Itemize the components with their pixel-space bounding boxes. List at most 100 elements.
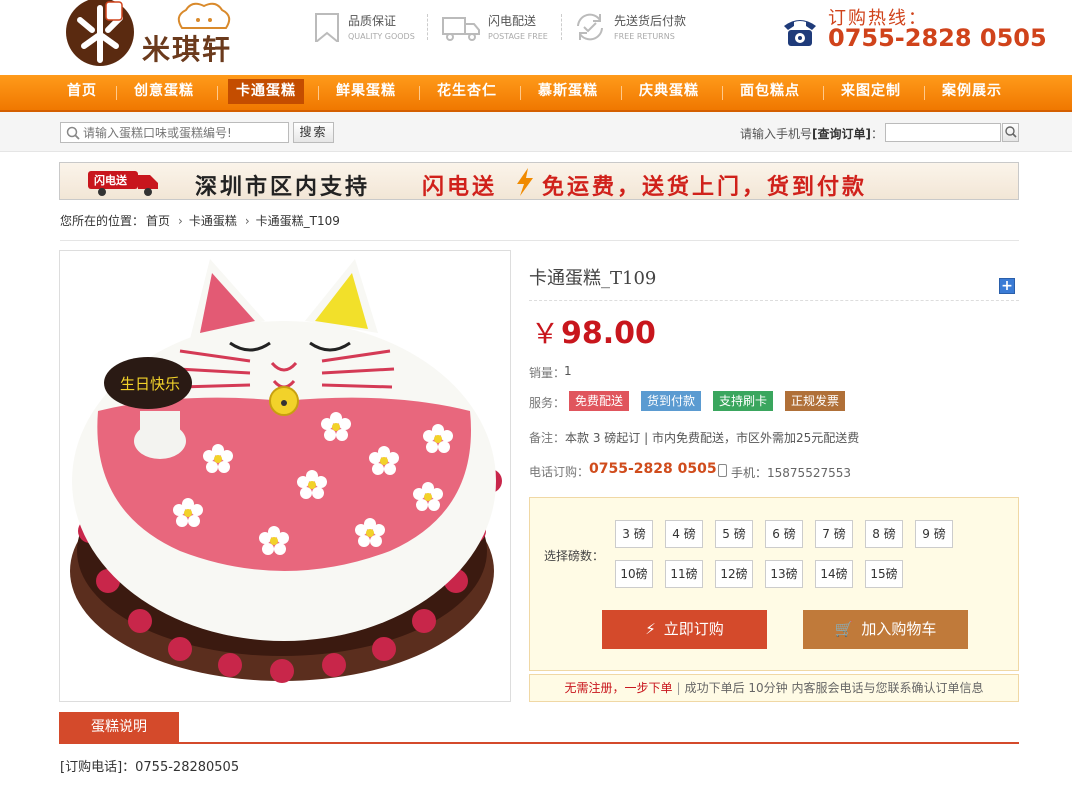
note-prefix: 备注： (529, 431, 566, 445)
bookmark-icon (315, 13, 339, 42)
breadcrumb-category[interactable]: 卡通蛋糕 (189, 214, 237, 228)
add-to-cart-label: 加入购物车 (861, 620, 937, 638)
delivery-banner[interactable]: 闪电送 深圳市区内支持 闪电送 免运费，送货上门，货到付款 (59, 162, 1019, 200)
divider (60, 240, 1019, 241)
breadcrumb-prefix: 您所在的位置： (60, 214, 145, 228)
nav-divider (419, 86, 420, 100)
service-label: 服务： (529, 396, 566, 410)
logo-mark-icon (66, 0, 134, 66)
feature-subtitle: FREE RETURNS (614, 32, 675, 41)
cat-cake-image: 生日快乐 (70, 259, 502, 683)
size-option[interactable]: 14磅 (815, 560, 853, 588)
sales-label: 销量： (529, 366, 566, 380)
order-query-suffix: ： (871, 127, 884, 141)
breadcrumb-home[interactable]: 首页 (146, 214, 170, 228)
nav-divider (520, 86, 521, 100)
buy-now-label: 立即订购 (663, 620, 724, 638)
main-nav: 首页 创意蛋糕 卡通蛋糕 鲜果蛋糕 花生杏仁 慕斯蛋糕 庆典蛋糕 面包糕点 来图… (0, 75, 1072, 112)
product-note: 备注：本款 3 磅起订 | 市内免费配送，市区外需加25元配送费 (529, 429, 859, 446)
order-query-button[interactable] (1002, 123, 1019, 142)
feature-title: 先送货后付款 (614, 14, 687, 28)
service-tag-card: 支持刷卡 (713, 391, 774, 411)
telephone-icon (784, 20, 816, 46)
search-icon (66, 126, 80, 140)
size-option[interactable]: 15磅 (865, 560, 903, 588)
plus-icon[interactable]: + (999, 278, 1015, 294)
breadcrumb: 您所在的位置： 首页 › 卡通蛋糕 › 卡通蛋糕_T109 (60, 212, 342, 229)
banner-badge: 闪电送 (94, 173, 128, 187)
tab-cake-description[interactable]: 蛋糕说明 (59, 712, 179, 743)
nav-item-peanut[interactable]: 花生杏仁 (437, 75, 497, 110)
nav-divider (621, 86, 622, 100)
tab-underline (59, 742, 1019, 744)
breadcrumb-current: 卡通蛋糕_T109 (255, 214, 340, 228)
nav-item-celebration[interactable]: 庆典蛋糕 (639, 75, 699, 110)
banner-text-free: 免运费，送货上门，货到付款 (542, 175, 868, 200)
feature-subtitle: QUALITY GOODS (348, 32, 415, 41)
order-phone-input[interactable] (885, 123, 1001, 142)
search-bar: 搜索 请输入手机号[查询订单]： (0, 112, 1072, 152)
logo-name: 米琪轩 (142, 33, 233, 66)
buy-now-button[interactable]: ⚡ 立即订购 (602, 610, 767, 649)
size-option[interactable]: 3 磅 (615, 520, 653, 548)
site-logo[interactable]: 米琪轩 (62, 0, 262, 66)
truck-icon (442, 17, 480, 41)
nav-item-creative[interactable]: 创意蛋糕 (134, 75, 194, 110)
service-tag-cod: 货到付款 (641, 391, 702, 411)
nav-divider (722, 86, 723, 100)
tel-label: 电话订购： (529, 465, 590, 479)
description-tel: [订购电话]：0755-28280505 (60, 760, 240, 775)
nav-divider (116, 86, 117, 100)
return-icon (577, 13, 603, 41)
size-option[interactable]: 4 磅 (665, 520, 703, 548)
nav-item-cases[interactable]: 案例展示 (942, 75, 1002, 110)
product-image[interactable]: 生日快乐 (59, 250, 511, 702)
nav-item-fruit[interactable]: 鲜果蛋糕 (336, 75, 396, 110)
cake-plaque-text: 生日快乐 (120, 375, 180, 393)
banner-text-area: 深圳市区内支持 (195, 175, 371, 200)
cart-icon: 🛒 (834, 620, 854, 638)
breadcrumb-separator: › (244, 214, 250, 228)
size-option[interactable]: 13磅 (765, 560, 803, 588)
size-option[interactable]: 7 磅 (815, 520, 853, 548)
hotline: 订购热线： 0755-2828 0505 (782, 2, 1047, 52)
nav-item-home[interactable]: 首页 (67, 75, 97, 110)
search-button[interactable]: 搜索 (293, 122, 334, 143)
size-option[interactable]: 9 磅 (915, 520, 953, 548)
feature-title: 闪电配送 (488, 14, 537, 28)
size-option[interactable]: 8 磅 (865, 520, 903, 548)
size-option[interactable]: 10磅 (615, 560, 653, 588)
mobile-label: 手机： (731, 466, 768, 480)
size-option[interactable]: 12磅 (715, 560, 753, 588)
nav-item-mousse[interactable]: 慕斯蛋糕 (538, 75, 598, 110)
hotline-number: 0755-2828 0505 (828, 24, 1047, 52)
breadcrumb-separator: › (178, 214, 183, 228)
nav-item-custom[interactable]: 来图定制 (841, 75, 901, 110)
search-box (60, 122, 289, 143)
order-query-bold: [查询订单] (812, 127, 871, 141)
delivery-truck-icon: 闪电送 (88, 171, 158, 196)
nav-item-bakery[interactable]: 面包糕点 (740, 75, 800, 110)
nav-item-cartoon[interactable]: 卡通蛋糕 (228, 79, 304, 104)
feature-divider (427, 14, 428, 40)
service-tag-free-delivery: 免费配送 (569, 391, 630, 411)
size-option[interactable]: 6 磅 (765, 520, 803, 548)
notice-text: 成功下单后 10分钟 内客服会电话与您联系确认订单信息 (684, 681, 984, 695)
sales-count: 1 (564, 364, 572, 378)
size-option[interactable]: 5 磅 (715, 520, 753, 548)
mobile-icon (718, 464, 727, 477)
price-value: 98.00 (561, 316, 656, 351)
site-header: 米琪轩 品质保证 QUALITY GOODS 闪电配送 POSTAGE FREE… (0, 0, 1072, 75)
feature-subtitle: POSTAGE FREE (488, 32, 548, 41)
add-to-cart-button[interactable]: 🛒 加入购物车 (803, 610, 968, 649)
nav-divider (823, 86, 824, 100)
nav-divider (924, 86, 925, 100)
notice-bar: | (676, 681, 681, 695)
size-option[interactable]: 11磅 (665, 560, 703, 588)
order-query-label: 请输入手机号[查询订单]： (740, 125, 883, 142)
banner-text-express: 闪电送 (422, 175, 498, 200)
order-notice: 无需注册，一步下单 | 成功下单后 10分钟 内客服会电话与您联系确认订单信息 (529, 674, 1019, 702)
search-input[interactable] (83, 124, 283, 141)
feature-title: 品质保证 (348, 14, 397, 28)
notice-highlight: 无需注册，一步下单 (564, 681, 673, 695)
